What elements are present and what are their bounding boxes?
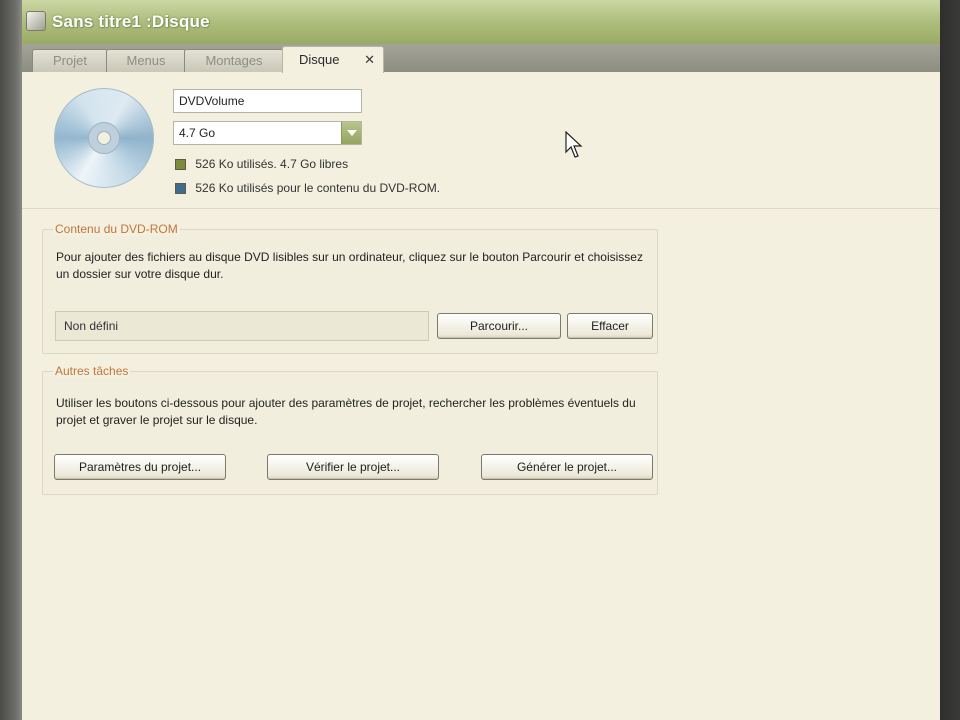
browse-button[interactable]: Parcourir... [437,313,561,339]
divider [22,208,940,209]
usage-text-dvdrom: 526 Ko utilisés pour le contenu du DVD-R… [195,181,441,195]
verify-project-button[interactable]: Vérifier le projet... [267,454,439,480]
tab-label: Montages [205,53,263,68]
group-description: Pour ajouter des fichiers au disque DVD … [56,250,643,281]
dvdrom-folder-field: Non défini [55,311,429,341]
usage-swatch-total [175,159,186,170]
usage-swatch-dvdrom [175,183,186,194]
tab-strip: Projet Menus Montages Disque ✕ [22,44,940,73]
usage-text-total: 526 Ko utilisés. 4.7 Go libres [195,157,349,171]
group-title: Autres tâches [53,364,131,378]
build-project-button[interactable]: Générer le projet... [481,454,653,480]
group-title: Contenu du DVD-ROM [53,222,180,236]
tab-label: Menus [126,53,166,68]
window-title: Sans titre1 :Disque [52,12,210,31]
dvdrom-content-group: Contenu du DVD-ROM Pour ajouter des fich… [42,222,658,354]
tab-disque[interactable]: Disque ✕ [282,46,384,73]
group-description: Utiliser les boutons ci-dessous pour ajo… [56,396,636,427]
clear-button[interactable]: Effacer [567,313,653,339]
project-settings-button[interactable]: Paramètres du projet... [54,454,226,480]
disc-size-select[interactable]: 4.7 Go [173,121,362,145]
right-desktop-edge [940,0,960,720]
tab-label: Projet [53,53,87,68]
close-icon[interactable]: ✕ [364,47,375,72]
tab-label: Disque [299,52,340,67]
usage-dvdrom: 526 Ko utilisés pour le contenu du DVD-R… [175,181,440,195]
title-bar[interactable]: Sans titre1 :Disque [22,0,940,44]
tab-projet[interactable]: Projet [32,49,108,72]
cd-disc-icon [54,88,154,188]
other-tasks-group: Autres tâches Utiliser les boutons ci-de… [42,364,658,495]
usage-summary: 526 Ko utilisés. 4.7 Go libres [175,157,348,171]
tab-menus[interactable]: Menus [106,49,186,72]
disc-size-value: 4.7 Go [179,126,216,140]
volume-name-input[interactable] [173,89,362,113]
mouse-cursor-icon [565,131,583,158]
tab-montages[interactable]: Montages [184,49,284,72]
app-icon [26,11,46,31]
left-desktop-edge [0,0,22,720]
cd-disc-hole [97,131,111,145]
app-window: Sans titre1 :Disque Projet Menus Montage… [22,0,940,720]
chevron-down-icon[interactable] [341,122,361,144]
